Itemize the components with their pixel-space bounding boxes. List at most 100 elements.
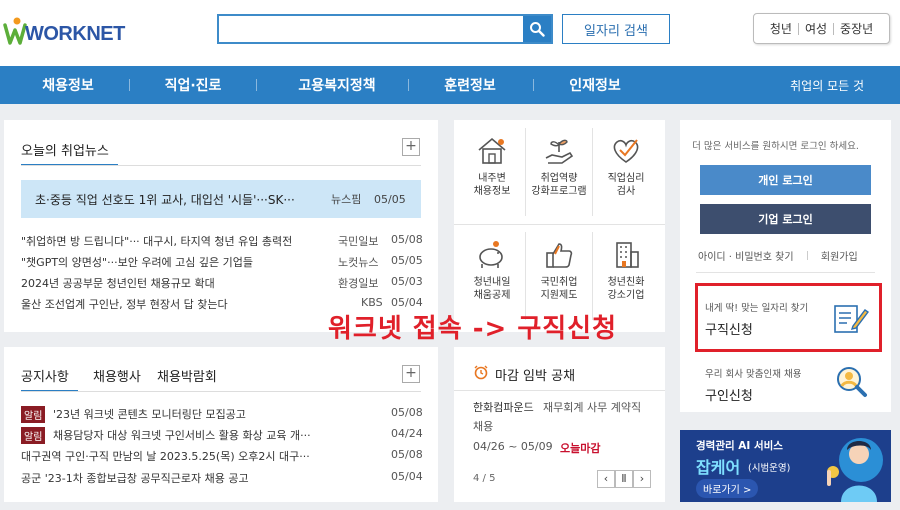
deadline-status: 오늘마감	[560, 442, 601, 455]
services-panel: 내주변 채용정보 취업역량 강화프로그램 직업심리 검사 청년내일 채움공제 국…	[454, 120, 665, 332]
news-more-button[interactable]: +	[402, 138, 420, 156]
login-note: 더 많은 서비스를 원하시면 로그인 하세요.	[692, 141, 859, 152]
house-icon	[478, 137, 506, 164]
find-account-link[interactable]: 아이디 · 비밀번호 찾기	[698, 252, 794, 263]
audience-selector: 청년 여성 중장년	[753, 13, 890, 44]
main-nav: 채용정보 직업·진로 고용복지정책 훈련정보 인재정보 취업의 모든 것	[0, 66, 900, 104]
news-highlight[interactable]: 초·중등 직업 선호도 1위 교사, 대입선 '시들'···SK··· 뉴스핌 …	[21, 180, 421, 218]
highlight-box	[695, 283, 882, 352]
alarm-clock-icon	[474, 365, 488, 380]
divider	[696, 272, 875, 273]
deadline-company[interactable]: 한화컴파운드	[473, 399, 534, 415]
nav-item-training[interactable]: 훈련정보	[420, 66, 520, 104]
annotation-text: 워크넷 접속 -> 구직신청	[328, 314, 618, 344]
prev-button[interactable]: ‹	[597, 470, 615, 488]
pause-button[interactable]: Ⅱ	[615, 470, 633, 488]
banner-cta[interactable]: 바로가기 >	[696, 479, 759, 498]
deadline-page-indicator: 4 / 5	[473, 473, 496, 484]
news-highlight-title: 초·중등 직업 선호도 1위 교사, 대입선 '시들'···SK···	[35, 192, 295, 207]
news-source: 국민일보	[338, 235, 379, 248]
jobcare-banner[interactable]: 경력관리 AI 서비스 잡케어 (시범운영) 바로가기 >	[680, 430, 891, 502]
service-youth-savings[interactable]: 청년내일 채움공제	[460, 240, 524, 302]
service-national-employment[interactable]: 국민취업 지원제도	[527, 240, 591, 302]
divider	[525, 128, 526, 216]
notice-row[interactable]: 대구권역 구인·구직 만남의 날 2023.5.25(목) 오후2시 대구···…	[21, 448, 423, 464]
logo-mark-icon	[3, 17, 27, 45]
nav-all-link[interactable]: 취업의 모든 것	[790, 66, 864, 104]
search-button[interactable]	[523, 16, 551, 42]
service-psych-test[interactable]: 직업심리 검사	[594, 136, 658, 198]
search-input[interactable]	[219, 16, 519, 42]
deadline-period: 04/26 ~ 05/09	[473, 440, 553, 453]
tab-job-fair[interactable]: 채용박람회	[157, 366, 217, 385]
heart-check-icon	[613, 139, 639, 163]
service-youth-friendly-companies[interactable]: 청년친화 강소기업	[594, 240, 658, 302]
notice-more-button[interactable]: +	[402, 365, 420, 383]
nav-item-jobs[interactable]: 채용정보	[18, 66, 118, 104]
sprout-hand-icon	[545, 139, 574, 164]
news-source: 노컷뉴스	[338, 256, 379, 269]
audience-youth[interactable]: 청년	[764, 20, 798, 37]
notice-date: 05/04	[391, 470, 423, 483]
recruit-apply-link[interactable]: 우리 회사 맞춤인재 채용 구인신청	[705, 366, 875, 406]
tab-events[interactable]: 채용행사	[93, 366, 141, 385]
news-row[interactable]: "챗GPT의 양면성"···보안 우려에 고심 깊은 기업들 노컷뉴스 05/0…	[21, 254, 423, 270]
news-source: 환경일보	[338, 277, 379, 290]
piggy-bank-icon	[479, 241, 503, 268]
join-link[interactable]: 회원가입	[821, 252, 858, 263]
notice-row[interactable]: 공군 '23-1차 종합보급창 공무직근로자 채용 공고 05/04	[21, 470, 423, 486]
worknet-logo[interactable]: WORKNET	[3, 14, 125, 50]
notice-row[interactable]: 알림 채용담당자 대상 워크넷 구인서비스 활용 화상 교육 개··· 04/2…	[21, 427, 423, 444]
nav-item-career[interactable]: 직업·진로	[143, 66, 243, 104]
banner-brand-sub: (시범운영)	[748, 463, 791, 474]
notice-date: 05/08	[391, 448, 423, 461]
tab-notice[interactable]: 공지사항	[21, 366, 69, 385]
news-highlight-date: 05/05	[374, 192, 406, 206]
news-highlight-source: 뉴스핌	[331, 193, 362, 206]
service-competency-program[interactable]: 취업역량 강화프로그램	[527, 136, 591, 198]
nav-item-welfare[interactable]: 고용복지정책	[282, 66, 392, 104]
person-illustration-icon	[827, 438, 883, 502]
news-title: "챗GPT의 양면성"···보안 우려에 고심 깊은 기업들	[21, 256, 254, 269]
news-tab[interactable]: 오늘의 취업뉴스	[21, 140, 109, 159]
nav-divider	[256, 79, 257, 91]
service-label: 내주변 채용정보	[473, 173, 511, 197]
service-label: 취업역량 강화프로그램	[531, 173, 587, 197]
audience-women[interactable]: 여성	[799, 20, 833, 37]
news-panel: 오늘의 취업뉴스 + 초·중등 직업 선호도 1위 교사, 대입선 '시들'··…	[4, 120, 438, 332]
divider	[21, 391, 421, 392]
search-person-icon	[837, 367, 867, 397]
deadline-job-line2: 채용	[473, 420, 494, 433]
thumbs-up-icon	[546, 243, 573, 268]
deadline-panel: 마감 임박 공채 한화컴파운드 재무회계 사무 계약직 채용 04/26 ~ 0…	[454, 347, 665, 502]
search-icon	[530, 22, 545, 37]
deadline-job[interactable]: 재무회계 사무 계약직	[543, 399, 641, 415]
news-row[interactable]: 2024년 공공부문 청년인턴 채용규모 확대 환경일보 05/03	[21, 275, 423, 291]
login-links: 아이디 · 비밀번호 찾기 회원가입	[698, 248, 858, 263]
banner-brand: 잡케어	[696, 458, 741, 477]
service-nearby-jobs[interactable]: 내주변 채용정보	[460, 136, 524, 198]
notice-row[interactable]: 알림 '23년 워크넷 콘텐츠 모니터링단 모집공고 05/08	[21, 406, 423, 423]
notice-title: 대구권역 구인·구직 만남의 날 2023.5.25(목) 오후2시 대구···	[21, 450, 310, 463]
next-button[interactable]: ›	[633, 470, 651, 488]
notice-badge: 알림	[21, 427, 46, 444]
nav-item-talent[interactable]: 인재정보	[545, 66, 645, 104]
job-search-button[interactable]: 일자리 검색	[562, 14, 670, 44]
news-row[interactable]: "취업하면 방 드립니다"··· 대구시, 타지역 청년 유입 총력전 국민일보…	[21, 233, 423, 249]
logo-text: WORKNET	[25, 23, 125, 45]
notice-title: 채용담당자 대상 워크넷 구인서비스 활용 화상 교육 개···	[53, 429, 311, 442]
personal-login-button[interactable]: 개인 로그인	[700, 165, 871, 195]
notice-title: 공군 '23-1차 종합보급창 공무직근로자 채용 공고	[21, 472, 249, 485]
notice-badge: 알림	[21, 406, 46, 423]
search-box	[217, 14, 553, 44]
notice-date: 04/24	[391, 427, 423, 440]
divider	[592, 128, 593, 216]
divider	[454, 224, 665, 225]
service-label: 청년친화 강소기업	[607, 277, 645, 301]
company-login-button[interactable]: 기업 로그인	[700, 204, 871, 234]
audience-middle-aged[interactable]: 중장년	[834, 20, 879, 37]
news-date: 05/08	[391, 233, 423, 246]
service-label: 청년내일 채움공제	[473, 277, 511, 301]
nav-divider	[129, 79, 130, 91]
news-date: 05/05	[391, 254, 423, 267]
